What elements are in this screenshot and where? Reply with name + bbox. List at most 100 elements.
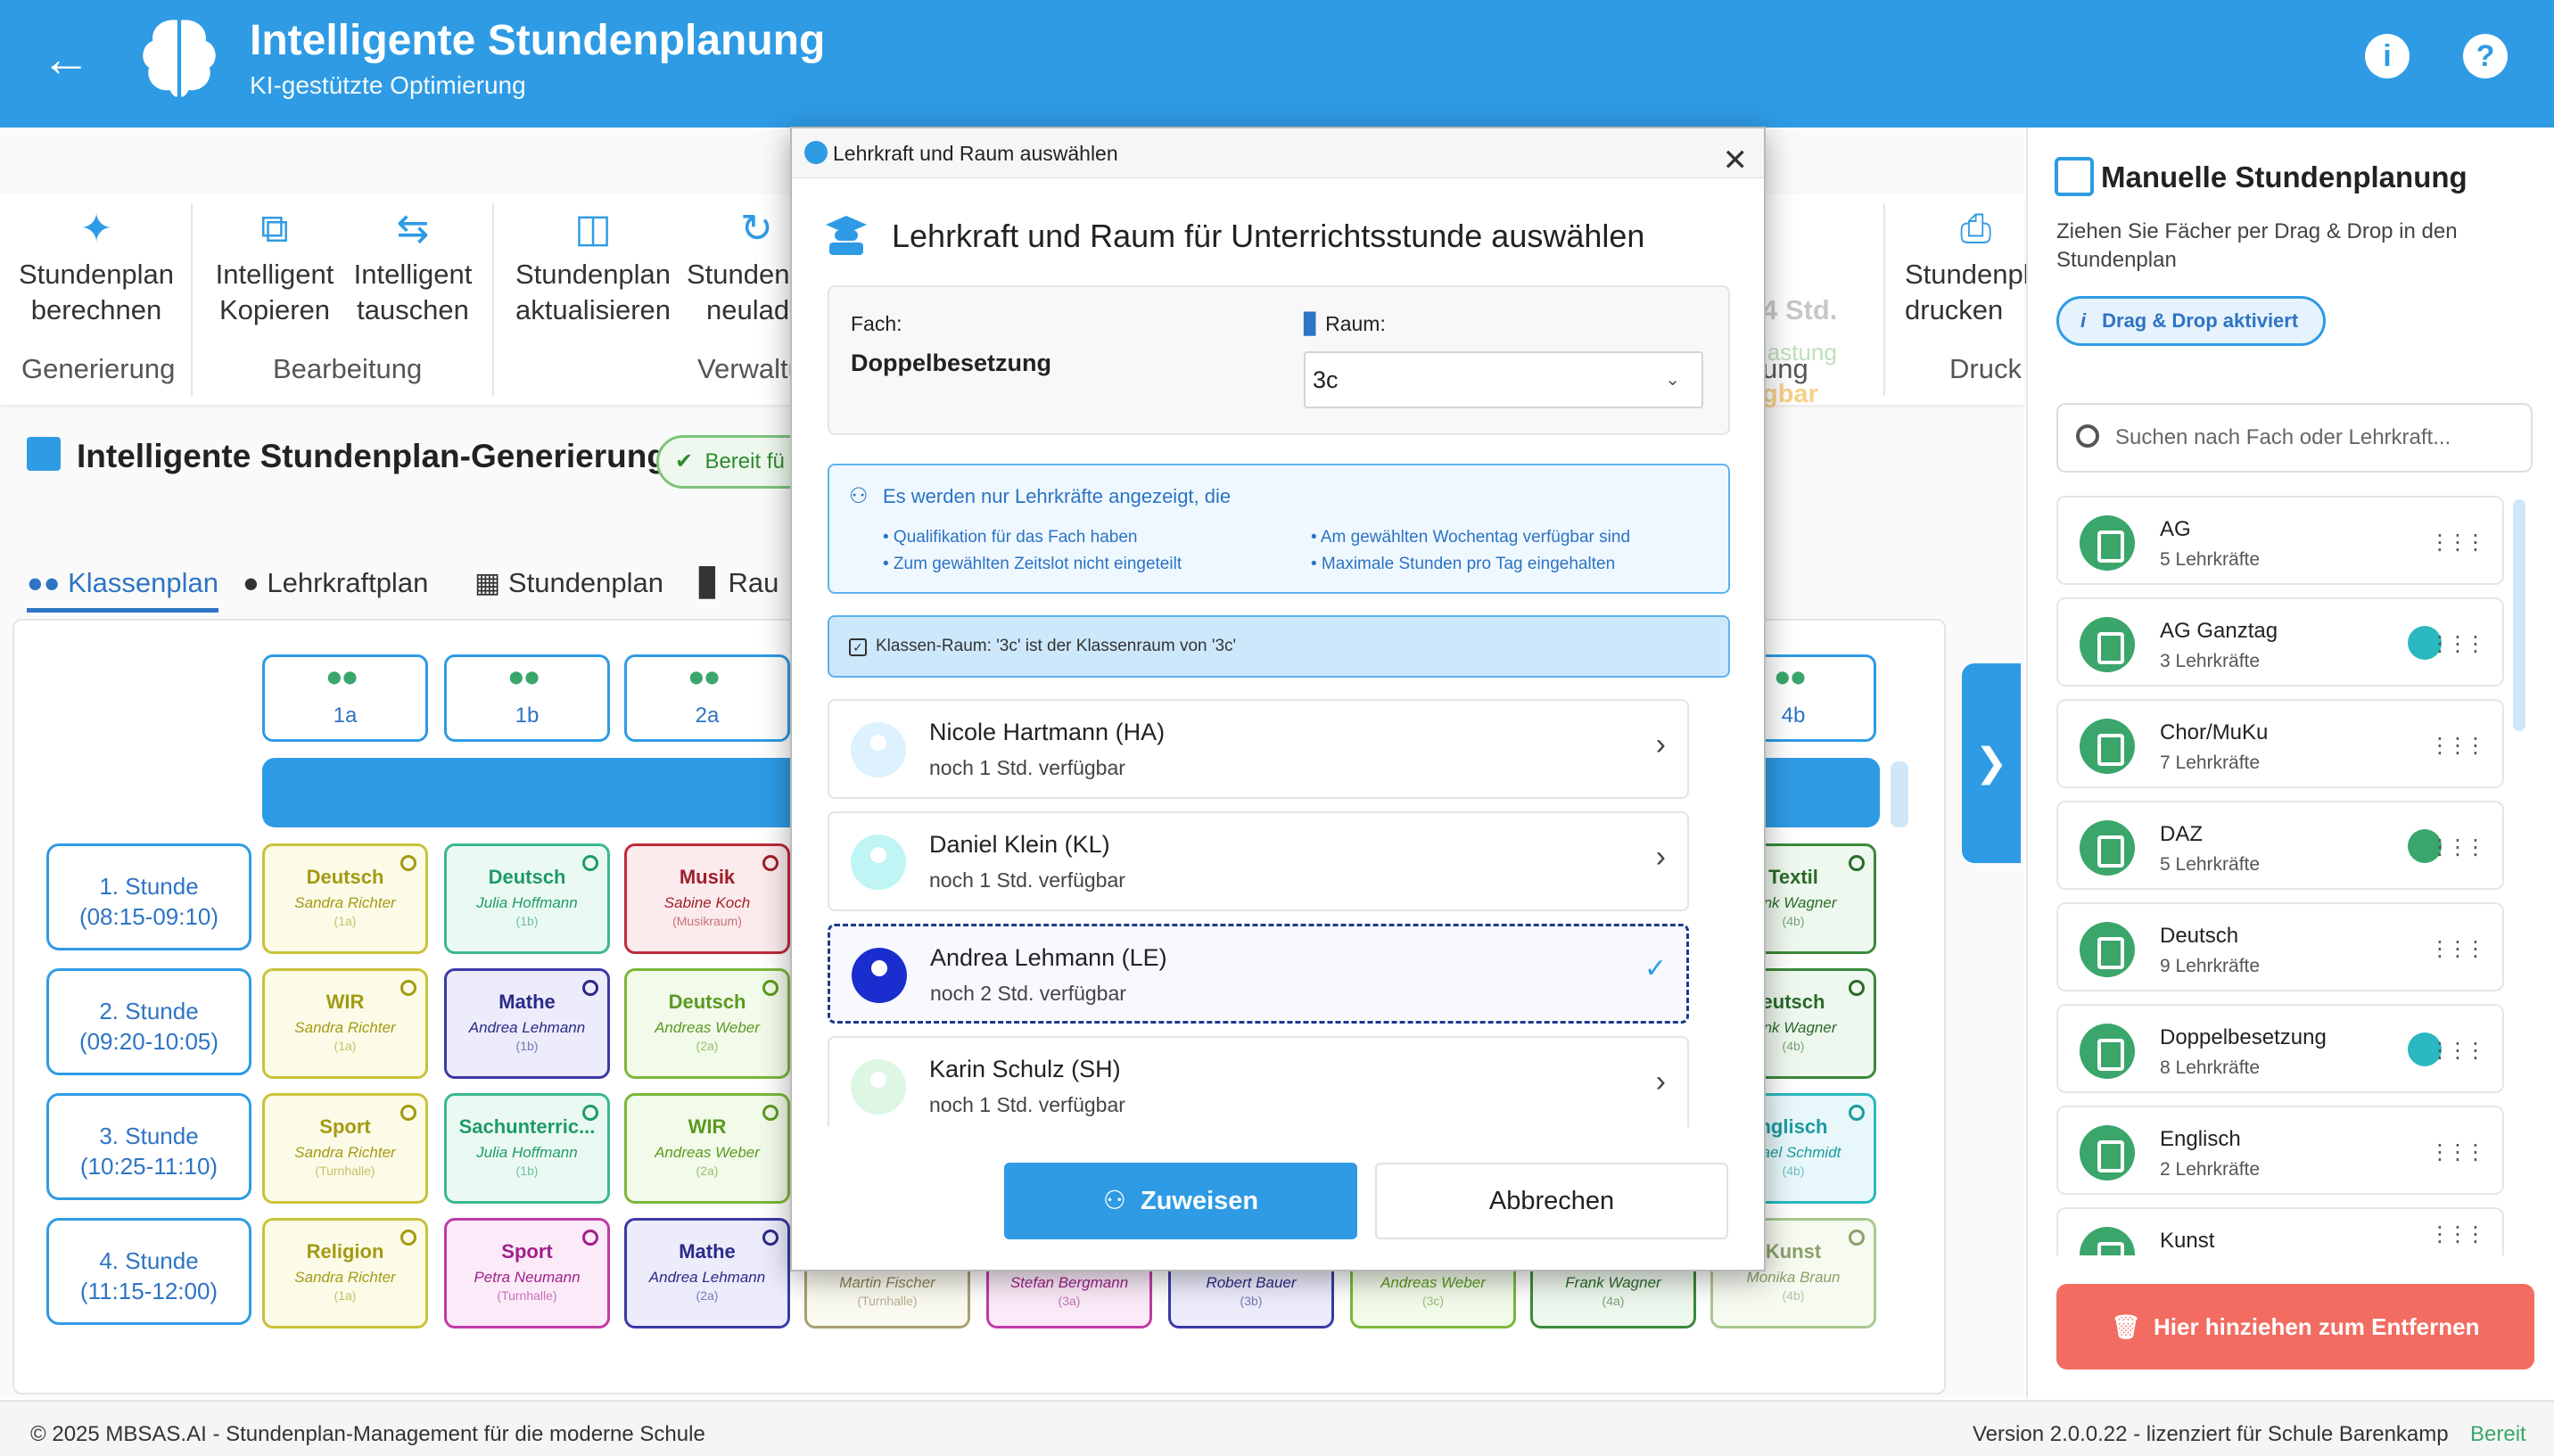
lesson-card[interactable]: Mathe Andrea Lehmann (2a) — [624, 1218, 790, 1328]
lesson-teacher: Martin Fischer — [839, 1274, 935, 1291]
lesson-room: (1b) — [515, 1164, 539, 1178]
subject-item[interactable]: Englisch 2 Lehrkräfte ⋮⋮⋮ — [2056, 1106, 2504, 1195]
tab-schedule[interactable]: ▦ Stundenplan — [474, 567, 663, 599]
class-header-1b[interactable]: 1b — [444, 654, 610, 742]
lesson-card[interactable]: Mathe Andrea Lehmann (1b) — [444, 968, 610, 1079]
cancel-button[interactable]: Abbrechen — [1375, 1163, 1728, 1239]
lesson-card[interactable]: Sport Sandra Richter (Turnhalle) — [262, 1093, 428, 1204]
lesson-teacher: Frank Wagner — [1565, 1274, 1661, 1291]
checkbox-label: Klassen-Raum: '3c' ist der Klassenraum v… — [876, 637, 1237, 655]
subject-search-input[interactable]: Suchen nach Fach oder Lehrkraft... — [2056, 403, 2533, 473]
lesson-card[interactable]: Deutsch Julia Hoffmann (1b) — [444, 843, 610, 954]
help-icon[interactable]: ? — [2463, 34, 2508, 78]
class-header-2a[interactable]: 2a — [624, 654, 790, 742]
lesson-card[interactable]: Deutsch Andreas Weber (2a) — [624, 968, 790, 1079]
chevron-down-icon: ⌄ — [1665, 370, 1680, 390]
group-label-generation: Generierung — [21, 353, 176, 384]
subject-item[interactable]: AG 5 Lehrkräfte ⋮⋮⋮ — [2056, 496, 2504, 585]
assign-button[interactable]: ⚇ Zuweisen — [1004, 1163, 1357, 1239]
lesson-card[interactable]: Deutsch Sandra Richter (1a) — [262, 843, 428, 954]
footer-copyright: © 2025 MBSAS.AI - Stundenplan-Management… — [30, 1422, 705, 1446]
print-plan-button[interactable]: ⎙ Stundenpl drucken — [1905, 207, 2030, 328]
teacher-availability: noch 1 Std. verfügbar — [929, 1093, 1125, 1116]
drag-handle-icon[interactable]: ⋮⋮⋮ — [2429, 1139, 2486, 1165]
back-arrow-icon[interactable]: ← — [41, 32, 103, 86]
checkbox-checked-icon[interactable]: ✓ — [849, 638, 867, 656]
assign-label: Zuweisen — [1140, 1187, 1259, 1215]
lesson-card[interactable]: WIR Sandra Richter (1a) — [262, 968, 428, 1079]
filter-info-box: ⚇ Es werden nur Lehrkräfte angezeigt, di… — [828, 464, 1730, 594]
dialog-titlebar: Lehrkraft und Raum auswählen ✕ — [792, 128, 1764, 178]
subject-value: Doppelbesetzung — [851, 350, 1052, 376]
drag-handle-icon[interactable]: ⋮⋮⋮ — [2429, 835, 2486, 860]
subject-item[interactable]: Chor/MuKu 7 Lehrkräfte ⋮⋮⋮ — [2056, 699, 2504, 788]
lesson-card[interactable]: Sport Petra Neumann (Turnhalle) — [444, 1218, 610, 1328]
dragdrop-label: Drag & Drop aktiviert — [2102, 309, 2299, 332]
lesson-teacher: Sandra Richter — [294, 1269, 396, 1286]
update-plan-button[interactable]: ◫ Stundenplan aktualisieren — [514, 207, 672, 328]
lesson-teacher: Andrea Lehmann — [468, 1019, 586, 1036]
app-title: Intelligente Stundenplanung — [250, 17, 826, 64]
teacher-name: Daniel Klein (KL) — [929, 831, 1110, 858]
teacher-row[interactable]: Karin Schulz (SH) noch 1 Std. verfügbar › — [828, 1036, 1689, 1127]
class-label: 2a — [695, 703, 720, 728]
close-icon[interactable]: ✕ — [1723, 136, 1749, 185]
info-icon[interactable]: i — [2365, 34, 2410, 78]
lesson-subject: Mathe — [498, 991, 556, 1013]
lesson-card[interactable]: Religion Sandra Richter (1a) — [262, 1218, 428, 1328]
user-icon: ● — [243, 567, 260, 598]
teacher-row-selected[interactable]: Andrea Lehmann (LE) noch 2 Std. verfügbar… — [828, 924, 1689, 1024]
classroom-checkbox-row[interactable]: ✓ Klassen-Raum: '3c' ist der Klassenraum… — [828, 615, 1730, 678]
drag-handle-icon[interactable]: ⋮⋮⋮ — [2429, 631, 2486, 657]
drag-handle-icon[interactable]: ⋮⋮⋮ — [2429, 936, 2486, 962]
book-icon — [2080, 515, 2135, 571]
sidebar-scrollbar[interactable] — [2513, 499, 2525, 731]
status-dot-icon — [582, 1105, 598, 1121]
button-label: Stundenplan — [18, 259, 175, 290]
dragdrop-toggle-button[interactable]: i Drag & Drop aktiviert — [2056, 296, 2326, 346]
teacher-name: Karin Schulz (SH) — [929, 1056, 1121, 1082]
sidebar-title: Manuelle Stundenplanung — [2101, 160, 2467, 193]
tab-rooms[interactable]: ▊ Rau — [699, 567, 779, 599]
panel-expand-button[interactable]: ❯ — [1962, 663, 2021, 863]
lesson-card[interactable]: Musik Sabine Koch (Musikraum) — [624, 843, 790, 954]
chevron-right-icon: › — [1655, 840, 1666, 874]
lesson-card[interactable]: WIR Andreas Weber (2a) — [624, 1093, 790, 1204]
subject-item[interactable]: Kunst ⋮⋮⋮ — [2056, 1207, 2504, 1255]
grid-scrollbar[interactable] — [1891, 761, 1908, 827]
reload-plan-button[interactable]: ↻ Stundenp neulad — [687, 207, 805, 328]
drag-handle-icon[interactable]: ⋮⋮⋮ — [2429, 530, 2486, 555]
subject-count: 7 Lehrkräfte — [2160, 753, 2261, 773]
smart-swap-button[interactable]: ⇆ Intelligent tauschen — [350, 207, 476, 328]
drag-handle-icon[interactable]: ⋮⋮⋮ — [2429, 1038, 2486, 1064]
tab-class-plan[interactable]: ●● Klassenplan — [27, 567, 218, 613]
lesson-teacher: Andreas Weber — [655, 1019, 760, 1036]
status-dot-icon — [400, 855, 416, 871]
button-label: Intelligent — [215, 259, 334, 290]
book-icon — [2080, 617, 2135, 672]
subject-item[interactable]: DAZ 5 Lehrkräfte ⋮⋮⋮ — [2056, 801, 2504, 890]
lesson-teacher: Sandra Richter — [294, 1144, 396, 1161]
lesson-room: (Turnhalle) — [315, 1164, 375, 1178]
app-window-icon — [804, 141, 828, 164]
lesson-subject: WIR — [688, 1115, 727, 1138]
tab-teacher-plan[interactable]: ● Lehrkraftplan — [243, 567, 428, 599]
lesson-card[interactable]: Sachunterric... Julia Hoffmann (1b) — [444, 1093, 610, 1204]
subject-item[interactable]: AG Ganztag 3 Lehrkräfte ⋮⋮⋮ — [2056, 597, 2504, 687]
teacher-row[interactable]: Nicole Hartmann (HA) noch 1 Std. verfügba… — [828, 699, 1689, 799]
lesson-teacher: Andreas Weber — [1380, 1274, 1486, 1291]
lesson-room: (1b) — [515, 914, 539, 928]
drag-handle-icon[interactable]: ⋮⋮⋮ — [2429, 733, 2486, 759]
hours-indicator: 4 Std. — [1762, 294, 1838, 325]
room-select[interactable]: 3c ⌄ — [1304, 351, 1703, 408]
teacher-row[interactable]: Daniel Klein (KL) noch 1 Std. verfügbar › — [828, 811, 1689, 911]
subject-item[interactable]: Deutsch 9 Lehrkräfte ⋮⋮⋮ — [2056, 902, 2504, 991]
button-label: drucken — [1905, 294, 2004, 325]
smart-copy-button[interactable]: ⧉ Intelligent Kopieren — [212, 207, 337, 328]
class-header-1a[interactable]: 1a — [262, 654, 428, 742]
drag-handle-icon[interactable]: ⋮⋮⋮ — [2429, 1222, 2486, 1247]
subject-name: DAZ — [2160, 822, 2203, 846]
calculate-plan-button[interactable]: ✦ Stundenplan berechnen — [18, 207, 175, 328]
remove-drop-zone[interactable]: 🗑 Hier hinziehen zum Entfernen — [2056, 1284, 2534, 1370]
subject-item[interactable]: Doppelbesetzung 8 Lehrkräfte ⋮⋮⋮ — [2056, 1004, 2504, 1093]
